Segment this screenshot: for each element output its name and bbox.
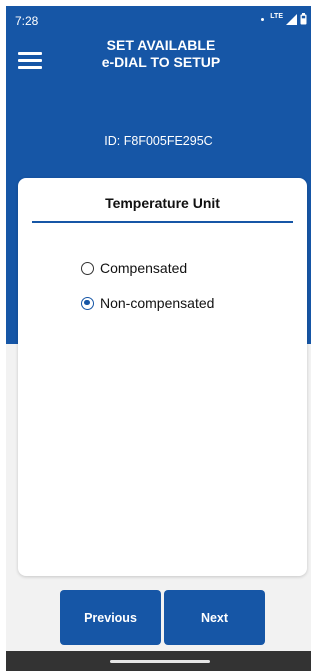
- option-compensated[interactable]: Compensated: [81, 260, 187, 276]
- settings-card: Temperature Unit Compensated Non-compens…: [18, 178, 307, 576]
- card-title: Temperature Unit: [105, 195, 220, 211]
- page-title: SET AVAILABLE e-DIAL TO SETUP: [66, 37, 256, 71]
- notification-dot-icon: [261, 17, 265, 21]
- status-icons: LTE: [261, 12, 307, 26]
- home-indicator[interactable]: [110, 660, 210, 663]
- next-button[interactable]: Next: [164, 590, 265, 645]
- option-label: Non-compensated: [100, 295, 215, 311]
- status-time: 7:28: [15, 14, 39, 28]
- radio-selected-icon[interactable]: [81, 296, 94, 310]
- page-title-line2: e-DIAL TO SETUP: [101, 54, 221, 70]
- status-bar: 7:28 LTE: [6, 6, 311, 30]
- radio-unselected-icon[interactable]: [81, 261, 94, 275]
- app-screen: 7:28 LTE SET AVAILABLE e-DIAL TO SETUP I…: [6, 6, 311, 671]
- page-title-line1: SET AVAILABLE: [106, 37, 216, 53]
- system-navigation-bar: [6, 651, 311, 671]
- device-id-label: ID: F8F005FE295C: [104, 134, 213, 148]
- menu-line: [18, 52, 42, 55]
- previous-button[interactable]: Previous: [60, 590, 161, 645]
- hamburger-menu-icon[interactable]: [18, 50, 42, 70]
- network-type-label: LTE: [270, 12, 283, 20]
- card-divider: [32, 221, 293, 223]
- battery-icon: [300, 13, 307, 25]
- menu-line: [18, 59, 42, 62]
- signal-icon: [286, 13, 297, 25]
- option-non-compensated[interactable]: Non-compensated: [81, 295, 214, 311]
- menu-line: [18, 66, 42, 69]
- option-label: Compensated: [100, 260, 188, 276]
